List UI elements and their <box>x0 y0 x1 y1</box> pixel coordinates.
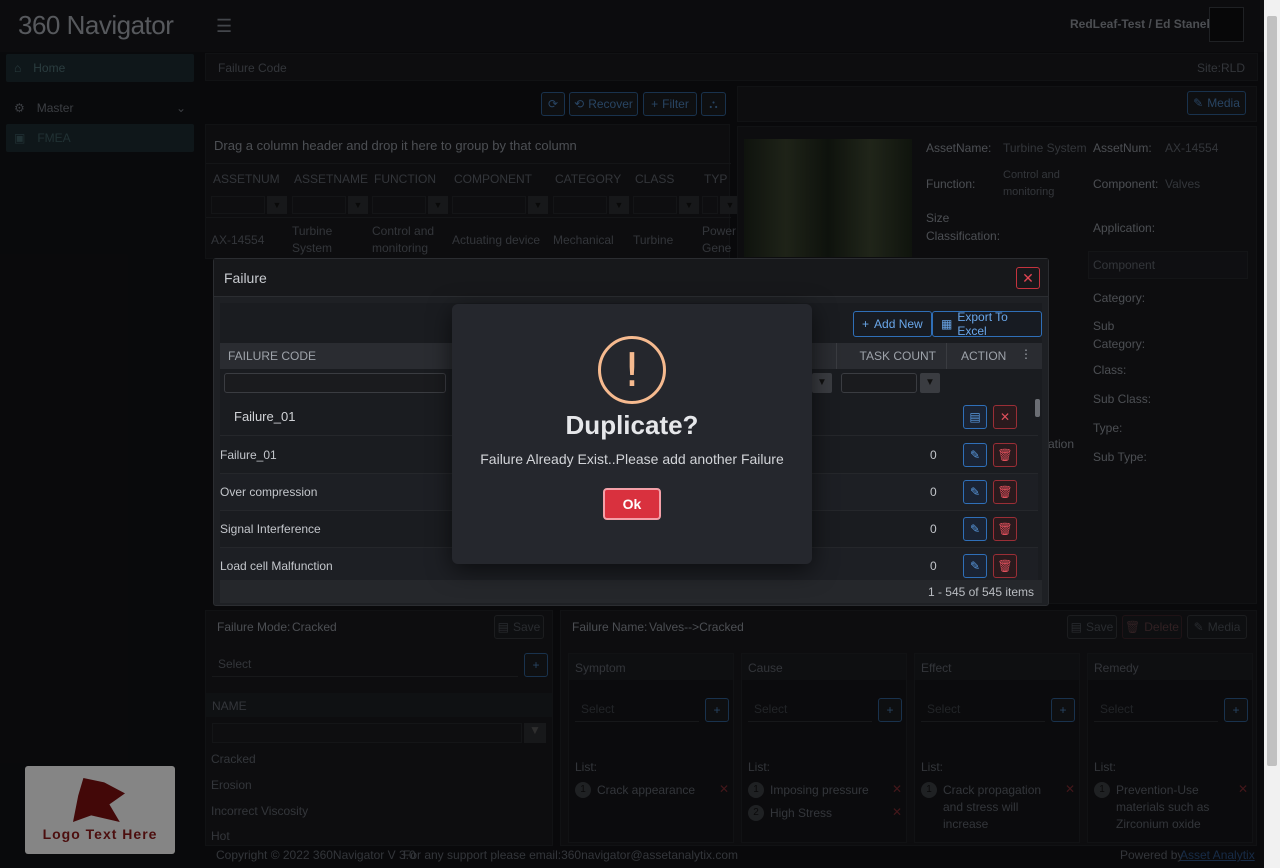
column-menu-icon[interactable]: ⋮ <box>1020 347 1032 361</box>
ok-button[interactable]: Ok <box>603 488 661 520</box>
export-label: Export To Excel <box>957 310 1008 338</box>
edit-icon[interactable]: ✎ <box>963 480 987 504</box>
add-new-button[interactable]: + Add New <box>853 311 932 337</box>
failure-code-cell: Load cell Malfunction <box>220 559 333 573</box>
trash-icon[interactable]: 🗑 <box>993 443 1017 467</box>
cancel-row-icon[interactable]: ✕ <box>993 405 1017 429</box>
filter-icon[interactable]: ▼ <box>920 373 940 393</box>
export-excel-button[interactable]: ▦ Export To Excel <box>932 310 1042 338</box>
task-count-filter-input[interactable] <box>841 373 917 393</box>
trash-icon[interactable]: 🗑 <box>993 480 1017 504</box>
edit-icon[interactable]: ✎ <box>963 554 987 578</box>
task-count-cell: 0 <box>930 485 937 499</box>
plus-icon: + <box>862 317 870 331</box>
save-row-icon[interactable]: ▤ <box>963 405 987 429</box>
add-new-label: Add New <box>874 317 923 331</box>
pager-info: 1 - 545 of 545 items <box>927 585 1034 599</box>
task-count-header: TASK COUNT <box>836 343 946 369</box>
dialog-title: Duplicate? <box>565 410 699 440</box>
edit-failure-input[interactable]: Failure_01 <box>234 409 295 424</box>
failure-code-filter-input[interactable] <box>224 373 446 393</box>
failure-code-cell: Signal Interference <box>220 522 321 536</box>
task-count-cell: 0 <box>930 559 937 573</box>
task-count-cell: 0 <box>930 522 937 536</box>
excel-icon: ▦ <box>941 317 953 331</box>
dialog-message: Failure Already Exist..Please add anothe… <box>480 451 784 467</box>
warning-icon: ! <box>598 336 666 404</box>
duplicate-dialog: ! Duplicate? Failure Already Exist..Plea… <box>452 304 812 564</box>
warning-glyph: ! <box>622 343 642 397</box>
page-scrollbar-thumb[interactable] <box>1267 16 1277 766</box>
failure-code-cell: Over compression <box>220 485 318 499</box>
grid-scrollbar[interactable] <box>1035 399 1040 417</box>
failure-modal-header: Failure ✕ <box>214 259 1048 297</box>
task-count-cell: 0 <box>930 448 937 462</box>
edit-icon[interactable]: ✎ <box>963 517 987 541</box>
failure-modal-title: Failure <box>224 270 267 286</box>
filter-icon[interactable]: ▼ <box>812 373 832 393</box>
close-icon[interactable]: ✕ <box>1016 267 1040 289</box>
trash-icon[interactable]: 🗑 <box>993 517 1017 541</box>
failure-code-header: FAILURE CODE <box>228 349 317 363</box>
trash-icon[interactable]: 🗑 <box>993 554 1017 578</box>
pager: 1 - 545 of 545 items <box>220 580 1042 603</box>
failure-code-cell: Failure_01 <box>220 448 277 462</box>
edit-icon[interactable]: ✎ <box>963 443 987 467</box>
